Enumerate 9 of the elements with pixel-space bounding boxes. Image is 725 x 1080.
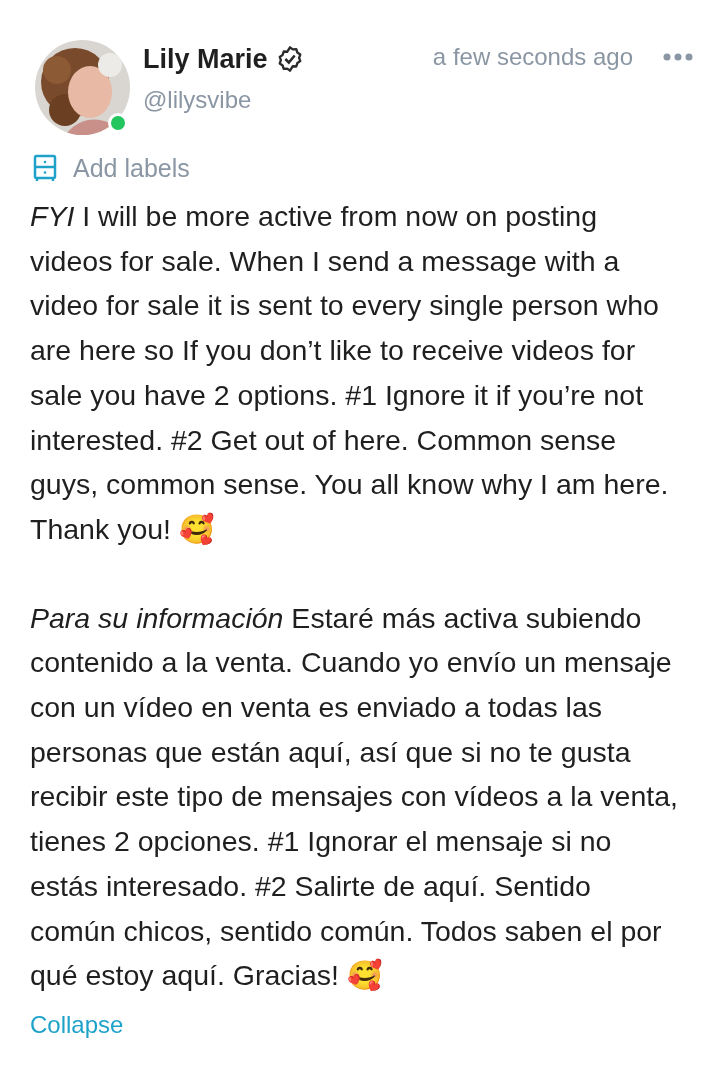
drawer-icon <box>33 154 57 182</box>
post-paragraph: FYI I will be more active from now on posting videos for sale. When I send a message with a video for sale it is sent to every single person who are here so If you don’t like to receive videos for sale you have 2 options. #1 Ignore it if you’re not interested. #2 Get out of here. Common sense guys, common sense. You all know why I am here. Thank you! 🥰 <box>30 200 669 545</box>
author-handle[interactable]: @lilysvibe <box>143 85 304 115</box>
more-icon <box>663 53 693 61</box>
post-paragraph: Para su información Estaré más activa subiendo contenido a la venta. Cuando yo envío un mensaje con un vídeo en venta es enviado a todas las personas que están aquí, así que si no te gusta recibir este tipo de mensajes con vídeos a la venta, tienes 2 opciones. #1 Ignorar el mensaje si no estás interesado. #2 Salirte de aquí. Sentido común chicos, sentido común. Todos saben el por qué estoy aquí. Gracias! 🥰 <box>30 601 678 992</box>
add-labels-button[interactable]: Add labels <box>33 152 190 184</box>
collapse-link[interactable]: Collapse <box>30 1009 124 1040</box>
post-time: a few seconds ago <box>432 42 633 72</box>
author-name[interactable]: Lily Marie <box>143 42 268 76</box>
